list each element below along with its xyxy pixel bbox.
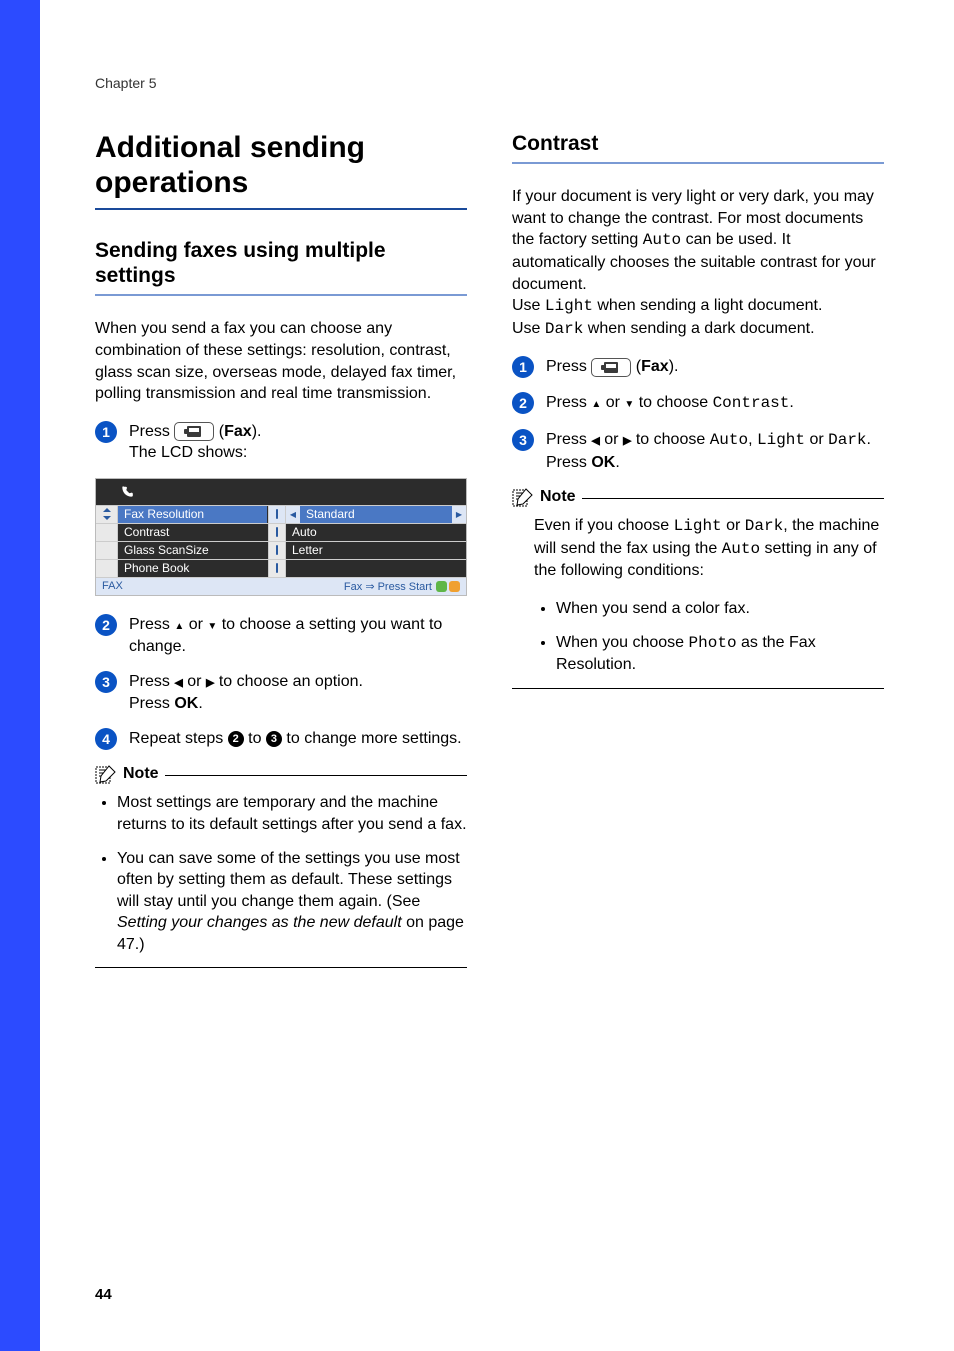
h1-rule (95, 208, 467, 210)
note-bottom-rule (95, 967, 467, 968)
start-green-icon (436, 581, 447, 592)
lcd-row-phone-book: Phone Book (96, 559, 466, 577)
note-rule (165, 775, 467, 776)
step-1-press: Press (129, 423, 174, 440)
left-column: Additional sending operations Sending fa… (95, 131, 467, 968)
fax-button-icon (591, 358, 631, 377)
note-list: Most settings are temporary and the mach… (95, 792, 467, 955)
lcd-updn-icon (96, 506, 118, 523)
h2-rule (95, 294, 467, 296)
chapter-label: Chapter 5 (95, 75, 884, 91)
r-step-3: 3 Press or to choose Auto, Light or Dark… (512, 429, 884, 473)
step-badge-2: 2 (95, 614, 117, 636)
lcd-footer-left: FAX (102, 580, 123, 592)
up-arrow-icon (174, 616, 184, 633)
lcd-label: Phone Book (118, 560, 268, 577)
r-step-1: 1 Press (Fax). (512, 356, 884, 378)
fax-button-icon (174, 422, 214, 441)
step-badge-1: 1 (95, 421, 117, 443)
note-item-1: When you send a color fax. (556, 598, 884, 620)
step-badge-1: 1 (512, 356, 534, 378)
lcd-divider (268, 542, 286, 559)
step-1-body: Press (Fax). The LCD shows: (129, 421, 467, 464)
note-icon (95, 764, 117, 784)
lcd-left-arrow: ◀ (286, 506, 300, 523)
r-step-2: 2 Press or to choose Contrast. (512, 392, 884, 415)
fax-icon (187, 426, 201, 437)
note-list: When you send a color fax. When you choo… (512, 598, 884, 676)
note-bottom-rule (512, 688, 884, 689)
step-3: 3 Press or to choose an option. Press OK… (95, 671, 467, 714)
h2-rule (512, 162, 884, 164)
lcd-row-fax-resolution: Fax Resolution ◀ Standard ▶ (96, 505, 466, 523)
lcd-row-contrast: Contrast Auto (96, 523, 466, 541)
step-badge-4: 4 (95, 728, 117, 750)
lcd-value: Letter (286, 542, 466, 559)
step-1: 1 Press (Fax). The LCD shows: (95, 421, 467, 464)
step-badge-3: 3 (512, 429, 534, 451)
note-icon (512, 487, 534, 507)
ref-badge-3: 3 (266, 731, 282, 747)
up-arrow-icon (591, 394, 601, 411)
lcd-footer: FAX Fax ⇒ Press Start (96, 577, 466, 595)
step-badge-2: 2 (512, 392, 534, 414)
h1-additional-sending: Additional sending operations (95, 131, 467, 200)
step-1-fax: Fax (224, 423, 252, 440)
lcd-value (286, 560, 466, 577)
step-2: 2 Press or to choose a setting you want … (95, 614, 467, 657)
lcd-footer-right: Fax ⇒ Press Start (344, 580, 432, 593)
note-rule (582, 498, 884, 499)
lcd-label: Fax Resolution (118, 506, 268, 523)
down-arrow-icon (624, 394, 634, 411)
left-arrow-icon (591, 431, 599, 448)
two-column-layout: Additional sending operations Sending fa… (95, 131, 884, 968)
start-orange-icon (449, 581, 460, 592)
note-item-1: Most settings are temporary and the mach… (117, 792, 467, 835)
lcd-divider (268, 560, 286, 577)
intro-paragraph: When you send a fax you can choose any c… (95, 318, 467, 404)
step-badge-3: 3 (95, 671, 117, 693)
phone-icon (120, 485, 134, 499)
lcd-value: Auto (286, 524, 466, 541)
lcd-divider (268, 506, 286, 523)
page: Chapter 5 Additional sending operations … (0, 0, 954, 1351)
note-item-2: You can save some of the settings you us… (117, 848, 467, 956)
h2-contrast: Contrast (512, 131, 884, 156)
contrast-p1: If your document is very light or very d… (512, 186, 884, 295)
note-item-2: When you choose Photo as the Fax Resolut… (556, 632, 884, 676)
step-4: 4 Repeat steps 2 to 3 to change more set… (95, 728, 467, 750)
ref-badge-2: 2 (228, 731, 244, 747)
step-1-after: The LCD shows: (129, 444, 247, 461)
lcd-label: Contrast (118, 524, 268, 541)
step-3-body: Press or to choose an option. Press OK. (129, 671, 467, 714)
lcd-label: Glass ScanSize (118, 542, 268, 559)
lcd-value: Standard (300, 506, 452, 523)
note-label: Note (123, 765, 159, 783)
lcd-right-arrow: ▶ (452, 506, 466, 523)
step-2-body: Press or to choose a setting you want to… (129, 614, 467, 657)
lcd-screen: Fax Resolution ◀ Standard ▶ Contrast Aut… (95, 478, 467, 596)
left-arrow-icon (174, 673, 182, 690)
right-column: Contrast If your document is very light … (512, 131, 884, 968)
note-header: Note (512, 487, 884, 507)
down-arrow-icon (207, 616, 217, 633)
note-header: Note (95, 764, 467, 784)
contrast-p3: Use Dark when sending a dark document. (512, 318, 884, 341)
h2-sending-faxes: Sending faxes using multiple settings (95, 238, 467, 288)
step-4-body: Repeat steps 2 to 3 to change more setti… (129, 728, 467, 750)
lcd-divider (268, 524, 286, 541)
fax-icon (604, 362, 618, 373)
note-label: Note (540, 488, 576, 506)
note-paragraph: Even if you choose Light or Dark, the ma… (512, 515, 884, 582)
lcd-top-bar (96, 479, 466, 505)
lcd-row-glass-scansize: Glass ScanSize Letter (96, 541, 466, 559)
page-number: 44 (95, 1286, 112, 1303)
contrast-p2: Use Light when sending a light document. (512, 295, 884, 318)
